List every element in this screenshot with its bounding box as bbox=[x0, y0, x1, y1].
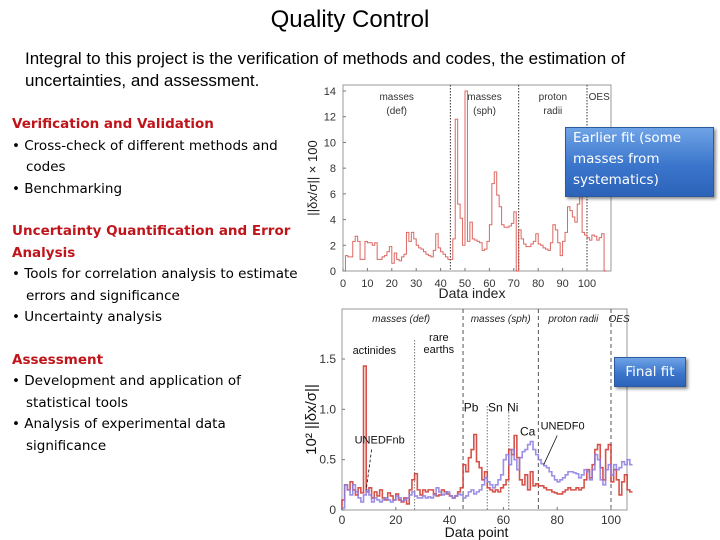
y-tick-label: 0 bbox=[329, 503, 336, 517]
annotation-label: Sn bbox=[488, 400, 503, 414]
x-tick-label: 80 bbox=[551, 513, 565, 527]
x-axis-label: Data point bbox=[445, 524, 509, 540]
callout-final-fit: Final fit bbox=[614, 357, 686, 387]
y-tick-label: 1.5 bbox=[319, 352, 336, 366]
y-axis-label: 10² ||δx/σ|| bbox=[303, 384, 320, 455]
annotation-label: earths bbox=[424, 344, 455, 356]
annotation-label: Pb bbox=[464, 400, 479, 414]
annotation-label: rare bbox=[429, 332, 449, 344]
y-tick-label: 1.0 bbox=[319, 402, 336, 416]
region-label: masses (def) bbox=[372, 314, 430, 325]
annotation-label: Ni bbox=[507, 400, 518, 414]
annotation-label: UNEDF0 bbox=[541, 420, 585, 432]
x-tick-label: 0 bbox=[339, 513, 346, 527]
x-tick-label: 20 bbox=[389, 513, 403, 527]
region-label: masses (sph) bbox=[471, 314, 531, 325]
annotation-label: UNEDFnb bbox=[355, 435, 405, 447]
callout-earlier-fit: Earlier fit (some masses from systematic… bbox=[565, 127, 714, 197]
x-tick-label: 100 bbox=[601, 513, 621, 527]
annotation-label: actinides bbox=[353, 345, 397, 357]
region-label: proton radii bbox=[547, 314, 599, 325]
annotation-label: Ca bbox=[520, 425, 536, 439]
y-tick-label: 0.5 bbox=[319, 453, 336, 467]
region-label: OES bbox=[609, 314, 630, 325]
chart-final-fit: 0 20 40 60 80 10000.51.01.5Data point10² ||δx… bbox=[303, 308, 633, 540]
